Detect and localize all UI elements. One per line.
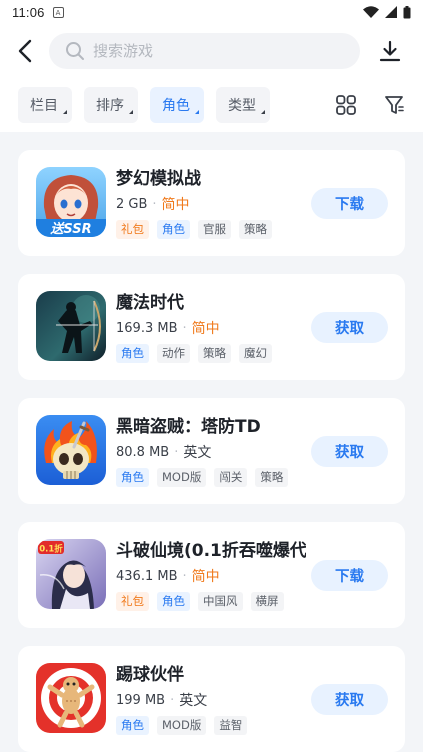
dropdown-corner-icon [129,110,133,114]
game-meta: 436.1 MB · 简中 [116,566,220,586]
game-size: 2 GB [116,196,148,212]
tag: 角色 [116,716,149,735]
game-size: 436.1 MB [116,568,178,584]
header: 栏目 排序 角色 类型 [0,24,423,132]
tag: 策略 [239,220,272,239]
game-language: 简中 [191,569,220,585]
tag: MOD版 [157,468,207,487]
back-arrow-icon [18,39,32,63]
download-icon [379,40,401,62]
tag: 闯关 [214,468,248,487]
tag: 官服 [198,220,231,239]
filter-chip-label: 排序 [96,98,124,114]
game-meta: 199 MB · 英文 [116,690,207,710]
icon-discount-text: 0.1折 [39,544,63,555]
status-time: 11:06 [12,4,45,20]
game-language: 英文 [183,445,212,461]
download-button[interactable]: 下载 [311,560,388,591]
fantasy-heroine-icon: 0.1折 [36,539,106,609]
game-list: 送SSR 梦幻模拟战 2 GB · 简中 礼包 角色 官服 策略 下载 魔法时代… [18,150,405,752]
game-language: 简中 [191,321,220,337]
filter-button[interactable] [383,94,405,116]
dropdown-corner-icon [63,110,67,114]
game-meta: 80.8 MB · 英文 [116,442,211,462]
back-button[interactable] [12,36,38,66]
filter-chip-type[interactable]: 类型 [216,87,270,123]
tag-list: 角色 MOD版 闯关 策略 [116,468,289,487]
grid-view-button[interactable] [335,94,357,116]
separator-dot: · [182,320,187,336]
game-card[interactable]: 踢球伙伴 199 MB · 英文 角色 MOD版 益智 获取 [18,646,405,752]
search-input[interactable] [93,42,333,60]
filter-chip-column[interactable]: 栏目 [18,87,72,123]
tag: 角色 [116,344,149,363]
get-button[interactable]: 获取 [311,684,388,715]
get-button[interactable]: 获取 [311,436,388,467]
tag-list: 礼包 角色 中国风 横屏 [116,592,284,611]
game-title: 踢球伙伴 [116,665,184,685]
dropdown-corner-icon [195,110,199,114]
archer-silhouette-icon [36,291,106,361]
game-size: 199 MB [116,692,166,708]
anime-girl-portrait-icon: 送SSR [36,167,106,237]
tag-list: 角色 动作 策略 魔幻 [116,344,272,363]
tag: 礼包 [116,220,149,239]
notification-icon: A [52,6,64,18]
battery-icon [403,5,411,18]
tag: 魔幻 [239,344,272,363]
tag: 动作 [157,344,190,363]
game-card[interactable]: 送SSR 梦幻模拟战 2 GB · 简中 礼包 角色 官服 策略 下载 [18,150,405,256]
game-title: 魔法时代 [116,293,184,313]
game-title: 梦幻模拟战 [116,169,201,189]
game-size: 169.3 MB [116,320,178,336]
status-icons [363,5,411,19]
game-card[interactable]: 0.1折 斗破仙境(0.1折吞噬爆代 436.1 MB · 简中 礼包 角色 中… [18,522,405,628]
flaming-skull-icon [36,415,106,485]
tag-list: 角色 MOD版 益智 [116,716,248,735]
separator-dot: · [170,692,175,708]
dropdown-corner-icon [261,110,265,114]
separator-dot: · [182,568,187,584]
search-icon [66,42,84,60]
tag: 策略 [198,344,231,363]
filter-chip-label: 角色 [162,98,190,114]
get-button[interactable]: 获取 [311,312,388,343]
download-manager-button[interactable] [376,37,404,65]
tag: 益智 [214,716,248,735]
icon-promo-text: 送SSR [49,221,91,237]
tag-list: 礼包 角色 官服 策略 [116,220,272,239]
game-language: 简中 [161,197,190,213]
wifi-icon [363,6,379,18]
game-language: 英文 [179,693,208,709]
status-bar: 11:06 A [0,0,423,24]
tag: 礼包 [116,592,149,611]
game-card[interactable]: 魔法时代 169.3 MB · 简中 角色 动作 策略 魔幻 获取 [18,274,405,380]
separator-dot: · [152,196,157,212]
tag: 角色 [157,220,190,239]
filter-chip-label: 栏目 [30,98,58,114]
search-bar[interactable] [49,33,360,69]
tag: MOD版 [157,716,207,735]
filter-chip-sort[interactable]: 排序 [84,87,138,123]
game-meta: 2 GB · 简中 [116,194,190,214]
tag: 角色 [116,468,149,487]
download-button[interactable]: 下载 [311,188,388,219]
grid-icon [336,95,356,115]
separator-dot: · [174,444,179,460]
tag: 中国风 [198,592,243,611]
tag: 角色 [157,592,190,611]
filter-bar: 栏目 排序 角色 类型 [18,87,270,123]
tag: 策略 [255,468,289,487]
game-card[interactable]: 黑暗盗贼：塔防TD 80.8 MB · 英文 角色 MOD版 闯关 策略 获取 [18,398,405,504]
signal-icon [385,6,397,18]
filter-chip-label: 类型 [228,98,256,114]
tag: 横屏 [250,592,284,611]
ragdoll-target-icon [36,663,106,733]
game-title: 黑暗盗贼：塔防TD [116,417,261,437]
funnel-icon [385,96,404,114]
game-size: 80.8 MB [116,444,170,460]
game-meta: 169.3 MB · 简中 [116,318,220,338]
game-title: 斗破仙境(0.1折吞噬爆代 [116,541,306,561]
filter-chip-role[interactable]: 角色 [150,87,204,123]
